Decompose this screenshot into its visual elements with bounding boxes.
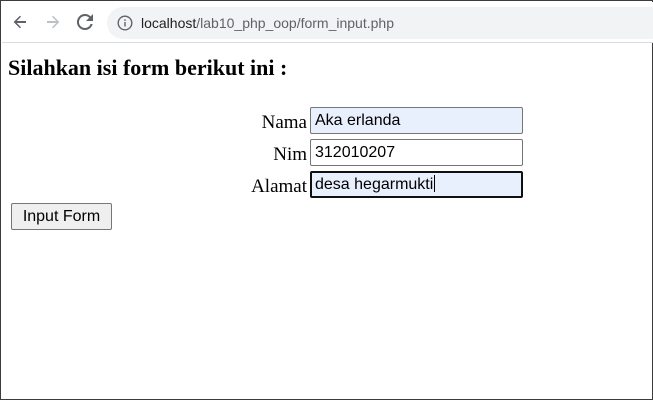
browser-window: localhost/lab10_php_oop/form_input.php S… — [0, 0, 653, 400]
forward-arrow-icon — [47, 15, 60, 29]
browser-toolbar: localhost/lab10_php_oop/form_input.php — [2, 2, 653, 43]
nama-label-cell: Nama — [201, 108, 307, 135]
nim-label: Nim — [273, 144, 307, 165]
back-button[interactable] — [9, 11, 31, 33]
alamat-label-cell: Alamat — [201, 172, 307, 199]
alamat-input-value: desa hegarmukti — [315, 176, 434, 193]
url-text[interactable]: localhost/lab10_php_oop/form_input.php — [141, 15, 394, 31]
nim-label-cell: Nim — [201, 140, 307, 167]
input-form-button[interactable]: Input Form — [11, 203, 112, 230]
nama-input[interactable]: Aka erlanda — [310, 107, 523, 134]
url-path: /lab10_php_oop/form_input.php — [196, 15, 394, 31]
info-icon[interactable] — [117, 15, 133, 31]
nama-label: Nama — [261, 112, 307, 133]
url-host: localhost — [141, 15, 197, 31]
forward-button[interactable] — [42, 11, 64, 33]
reload-icon — [76, 13, 93, 30]
reload-button[interactable] — [74, 11, 96, 33]
alamat-input[interactable]: desa hegarmukti — [310, 171, 523, 198]
back-arrow-icon — [13, 15, 26, 29]
address-bar[interactable]: localhost/lab10_php_oop/form_input.php — [107, 7, 653, 39]
nim-input[interactable]: 312010207 — [310, 139, 523, 166]
page-heading: Silahkan isi form berikut ini : — [8, 55, 288, 80]
alamat-label: Alamat — [251, 176, 307, 197]
text-caret — [434, 175, 436, 192]
